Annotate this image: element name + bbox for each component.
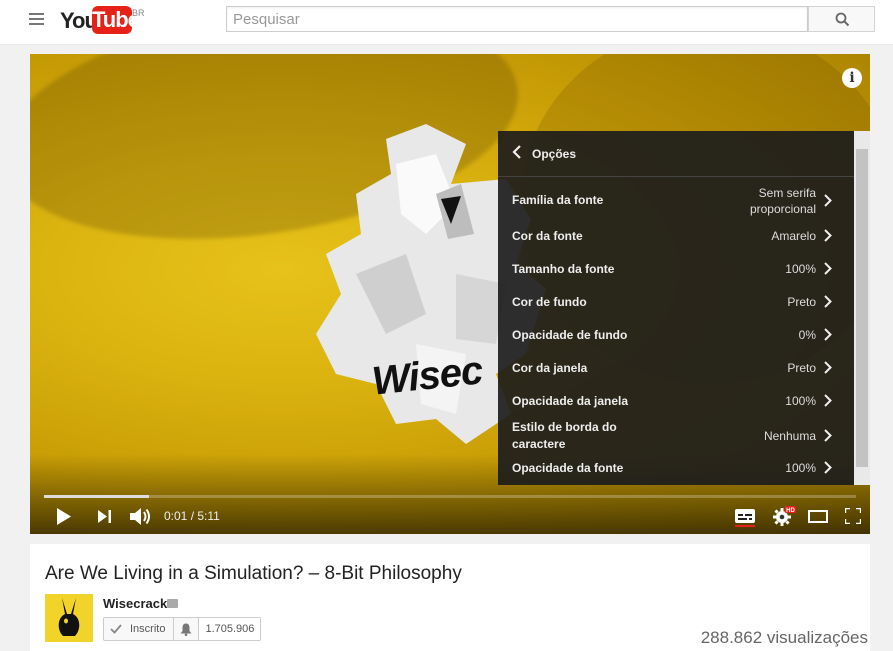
- search-placeholder: Pesquisar: [233, 11, 300, 28]
- country-code: BR: [132, 8, 145, 18]
- chevron-right-icon: [824, 361, 832, 374]
- chevron-right-icon: [824, 295, 832, 308]
- options-scrollbar-thumb[interactable]: [856, 149, 868, 467]
- verified-icon: [167, 599, 178, 608]
- hd-badge: HD: [786, 508, 795, 514]
- bell-icon: [180, 623, 192, 636]
- channel-avatar[interactable]: [45, 594, 93, 642]
- video-player[interactable]: Wisec i Opções Família da fonte Sem seri…: [30, 54, 870, 534]
- search-input[interactable]: Pesquisar: [226, 6, 808, 32]
- subscribed-label: Inscrito: [130, 623, 166, 635]
- time-current: 0:01: [164, 509, 188, 523]
- option-label: Estilo de borda do caractere: [512, 420, 617, 451]
- option-font-opacity[interactable]: Opacidade da fonte 100%: [498, 451, 854, 484]
- option-label: Opacidade de fundo: [512, 328, 628, 342]
- subscribe-group: Inscrito 1.705.906: [103, 617, 262, 641]
- option-font-color[interactable]: Cor da fonte Amarelo: [498, 219, 854, 252]
- fullscreen-icon[interactable]: [845, 508, 861, 524]
- progress-bar[interactable]: [44, 495, 856, 498]
- option-label: Cor de fundo: [512, 295, 587, 309]
- option-font-family[interactable]: Família da fonte Sem serifa proporcional: [498, 183, 854, 219]
- next-icon[interactable]: [98, 510, 112, 523]
- option-background-opacity[interactable]: Opacidade de fundo 0%: [498, 318, 854, 351]
- logo-tube: Tube: [92, 6, 140, 34]
- subtitles-icon[interactable]: [735, 509, 755, 527]
- option-value: Amarelo: [771, 229, 816, 243]
- chevron-right-icon: [824, 229, 832, 242]
- menu-icon[interactable]: [29, 13, 44, 26]
- option-label: Tamanho da fonte: [512, 262, 615, 276]
- info-icon[interactable]: i: [842, 68, 862, 88]
- options-back-button[interactable]: Opções: [498, 131, 854, 177]
- notification-bell-button[interactable]: [174, 618, 200, 640]
- theater-mode-icon[interactable]: [808, 510, 828, 523]
- time-total: 5:11: [197, 509, 220, 523]
- volume-icon[interactable]: [130, 507, 152, 526]
- option-window-color[interactable]: Cor da janela Preto: [498, 351, 854, 384]
- settings-gear-icon[interactable]: HD: [772, 506, 796, 526]
- option-label: Opacidade da janela: [512, 394, 629, 408]
- chevron-right-icon: [824, 394, 832, 407]
- option-value: 0%: [798, 328, 816, 342]
- subscriber-count: 1.705.906: [199, 618, 261, 640]
- option-edge-style[interactable]: Estilo de borda do caractere Nenhuma: [498, 417, 854, 455]
- option-value: 100%: [785, 262, 816, 276]
- video-title: Are We Living in a Simulation? – 8-Bit P…: [45, 563, 462, 584]
- video-info-panel: Are We Living in a Simulation? – 8-Bit P…: [30, 544, 870, 651]
- option-value: 100%: [785, 394, 816, 408]
- option-window-opacity[interactable]: Opacidade da janela 100%: [498, 384, 854, 417]
- option-label: Cor da fonte: [512, 229, 583, 243]
- option-label: Cor da janela: [512, 361, 588, 375]
- search-button[interactable]: [808, 6, 875, 32]
- option-value: 100%: [785, 461, 816, 475]
- subtitle-options-menu: Opções Família da fonte Sem serifa propo…: [498, 131, 870, 485]
- checkmark-icon: [110, 624, 122, 634]
- chevron-left-icon: [512, 145, 521, 159]
- chevron-right-icon: [824, 461, 832, 474]
- masthead: You Tube BR Pesquisar: [0, 0, 893, 45]
- option-value: Preto: [787, 295, 816, 309]
- search-icon: [835, 12, 850, 27]
- subscribed-button[interactable]: Inscrito: [104, 618, 175, 640]
- view-count: 288.862 visualizações: [700, 628, 868, 647]
- chevron-right-icon: [824, 328, 832, 341]
- time-display: 0:01 / 5:11: [164, 509, 220, 523]
- chevron-right-icon: [824, 429, 832, 442]
- channel-name[interactable]: Wisecrack: [103, 596, 167, 611]
- option-font-size[interactable]: Tamanho da fonte 100%: [498, 252, 854, 285]
- option-background-color[interactable]: Cor de fundo Preto: [498, 285, 854, 318]
- option-value: Preto: [787, 361, 816, 375]
- chevron-right-icon: [824, 194, 832, 207]
- option-label: Opacidade da fonte: [512, 461, 624, 475]
- option-label: Família da fonte: [512, 193, 604, 207]
- options-title: Opções: [532, 147, 577, 161]
- rabbit-logo-icon: [58, 598, 80, 636]
- time-separator: /: [187, 509, 198, 523]
- option-value: Nenhuma: [763, 429, 816, 443]
- chevron-right-icon: [824, 262, 832, 275]
- play-icon[interactable]: [56, 508, 72, 525]
- progress-played: [44, 495, 149, 498]
- option-value: Sem serifa proporcional: [749, 186, 816, 216]
